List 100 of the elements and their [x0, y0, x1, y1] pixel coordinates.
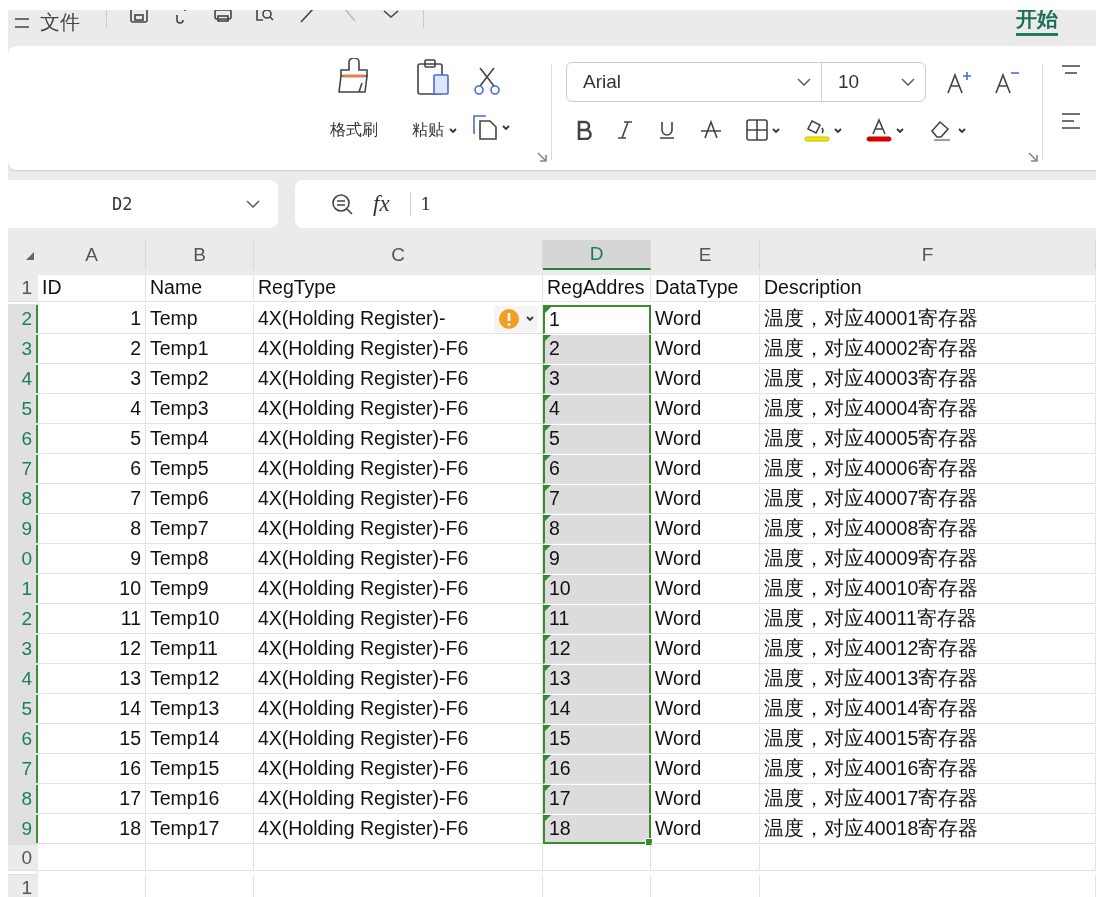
align-left-icon[interactable]: [1061, 112, 1081, 130]
scissors-icon[interactable]: [472, 66, 502, 96]
table-cell: 6: [543, 455, 651, 484]
row-header[interactable]: 1: [8, 275, 38, 302]
row-header[interactable]: 0: [8, 545, 38, 574]
row-header[interactable]: 9: [8, 515, 38, 544]
table-cell: 温度，对应40003寄存器: [760, 365, 1096, 394]
format-painter-button[interactable]: 格式刷: [324, 58, 384, 170]
row-header[interactable]: 8: [8, 785, 38, 814]
strikethrough-icon[interactable]: [700, 120, 722, 140]
caret-icon: [526, 315, 534, 323]
fill-handle[interactable]: [645, 837, 653, 846]
row-header[interactable]: 7: [8, 455, 38, 484]
table-cell: 18: [543, 815, 651, 844]
table-cell: 4X(Holding Register)-F6: [254, 515, 543, 544]
table-cell: 16: [38, 755, 146, 784]
table-cell: 16: [543, 755, 651, 784]
table-cell: 温度，对应40009寄存器: [760, 545, 1096, 574]
eraser-button[interactable]: [928, 118, 966, 142]
chevron-icon: [797, 78, 811, 86]
font-size-dropdown[interactable]: 10: [822, 63, 925, 101]
select-all-icon[interactable]: [26, 251, 34, 260]
row-header[interactable]: 7: [8, 755, 38, 784]
table-cell: Temp11: [146, 635, 254, 664]
copy-button[interactable]: [472, 114, 510, 140]
table-cell: 4X(Holding Register)-F6: [254, 785, 543, 814]
paste-button[interactable]: 粘贴: [404, 58, 464, 170]
zoom-icon: [331, 193, 353, 215]
fill-color-button[interactable]: [804, 118, 842, 142]
row-header[interactable]: 3: [8, 635, 38, 664]
bold-icon[interactable]: [576, 120, 592, 140]
table-cell: 4X(Holding Register)-: [254, 305, 543, 334]
print-icon[interactable]: [213, 10, 233, 24]
underline-icon[interactable]: [658, 120, 676, 140]
table-cell: 4: [543, 395, 651, 424]
font-grow-icon[interactable]: [946, 70, 972, 94]
name-box[interactable]: D2: [8, 180, 278, 228]
table-cell: 15: [38, 725, 146, 754]
fill-color-icon: [804, 118, 830, 142]
row-header[interactable]: 1: [8, 875, 38, 897]
italic-icon[interactable]: [616, 120, 634, 140]
dialog-launcher-icon[interactable]: [537, 152, 547, 162]
borders-button[interactable]: [746, 119, 780, 141]
save-icon[interactable]: [129, 10, 149, 24]
row-header[interactable]: 5: [8, 695, 38, 724]
column-header[interactable]: D: [543, 240, 651, 270]
column-header[interactable]: B: [146, 240, 254, 270]
row-header[interactable]: 4: [8, 365, 38, 394]
table-cell: 4X(Holding Register)-F6: [254, 725, 543, 754]
row-header[interactable]: 1: [8, 575, 38, 604]
table-cell: Word: [651, 605, 760, 634]
table-cell: 8: [543, 515, 651, 544]
table-cell: 温度，对应40002寄存器: [760, 335, 1096, 364]
table-cell: Word: [651, 635, 760, 664]
row-header[interactable]: 5: [8, 395, 38, 424]
table-cell: Temp13: [146, 695, 254, 724]
borders-icon: [746, 119, 768, 141]
table-cell: 温度，对应40008寄存器: [760, 515, 1096, 544]
table-cell: 11: [543, 605, 651, 634]
row-header[interactable]: 6: [8, 425, 38, 454]
table-cell: Temp14: [146, 725, 254, 754]
row-header[interactable]: 2: [8, 305, 38, 334]
font-color-icon: [866, 118, 892, 142]
row-header[interactable]: 2: [8, 605, 38, 634]
column-header[interactable]: F: [760, 240, 1096, 270]
table-cell: Word: [651, 515, 760, 544]
warning-icon: [498, 307, 520, 330]
row-header[interactable]: 0: [8, 845, 38, 871]
table-cell: 温度，对应40001寄存器: [760, 305, 1096, 334]
row-header[interactable]: 8: [8, 485, 38, 514]
table-cell: 温度，对应40007寄存器: [760, 485, 1096, 514]
function-label[interactable]: fx: [373, 191, 390, 217]
table-cell: 温度，对应40018寄存器: [760, 815, 1096, 844]
table-cell: Word: [651, 545, 760, 574]
row-header[interactable]: 6: [8, 725, 38, 754]
table-cell: 4X(Holding Register)-F6: [254, 695, 543, 724]
row-header[interactable]: 3: [8, 335, 38, 364]
table-cell: Temp4: [146, 425, 254, 454]
table-cell: 4X(Holding Register)-F6: [254, 665, 543, 694]
column-header[interactable]: A: [38, 240, 146, 270]
table-cell: 4X(Holding Register)-F6: [254, 545, 543, 574]
align-top-icon[interactable]: [1061, 64, 1081, 76]
table-cell: 4X(Holding Register)-F6: [254, 455, 543, 484]
table-cell: 温度，对应40006寄存器: [760, 455, 1096, 484]
formula-field[interactable]: fx 1: [295, 180, 1096, 228]
font-shrink-icon[interactable]: [994, 70, 1020, 94]
table-cell: Temp10: [146, 605, 254, 634]
row-header[interactable]: 4: [8, 665, 38, 694]
column-header[interactable]: E: [651, 240, 760, 270]
print-preview-icon[interactable]: [255, 10, 275, 24]
file-menu[interactable]: 文件: [14, 10, 80, 36]
table-cell: RegAddres: [543, 275, 651, 302]
font-color-button[interactable]: [866, 118, 904, 142]
font-name-dropdown[interactable]: Arial: [567, 63, 822, 101]
table-cell: 4X(Holding Register)-F6: [254, 425, 543, 454]
table-cell: Temp5: [146, 455, 254, 484]
row-header[interactable]: 9: [8, 815, 38, 844]
dialog-launcher-icon[interactable]: [1028, 152, 1038, 162]
table-cell: 温度，对应40004寄存器: [760, 395, 1096, 424]
table-cell: Name: [146, 275, 254, 302]
